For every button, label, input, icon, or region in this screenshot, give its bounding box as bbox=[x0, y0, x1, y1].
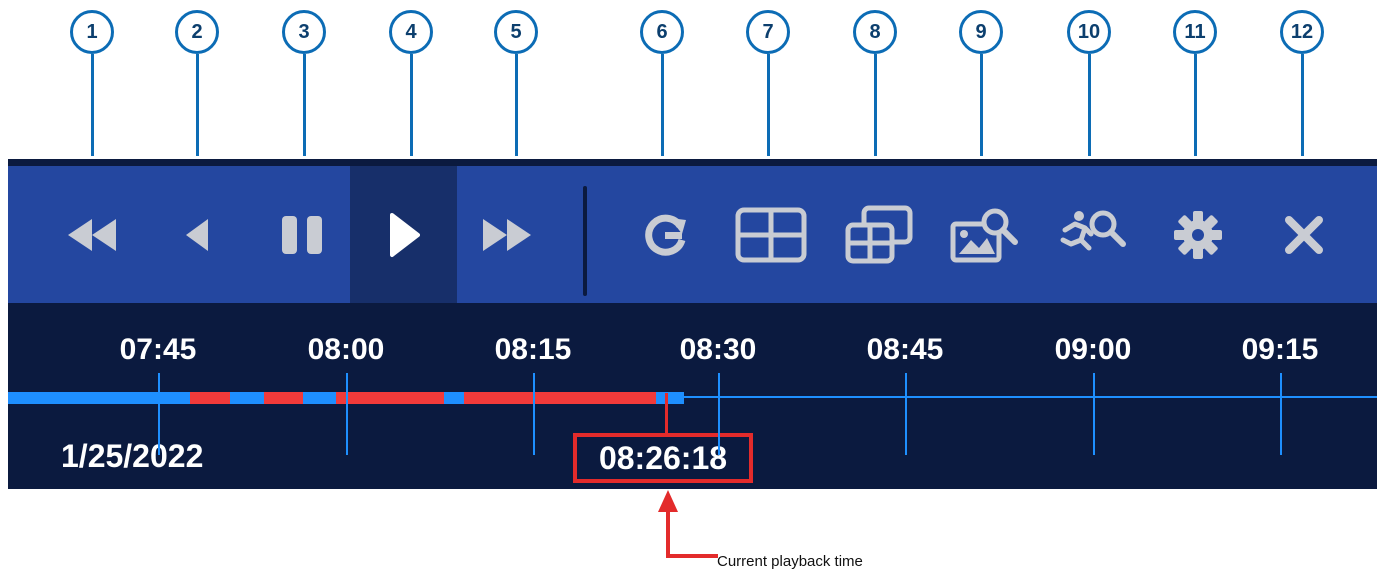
callout-8: 8 bbox=[845, 0, 905, 160]
timeline-tick-line bbox=[718, 373, 720, 455]
date-label: 1/25/2022 bbox=[61, 438, 204, 474]
callout-number: 5 bbox=[494, 10, 538, 54]
recording-segment-continuous[interactable] bbox=[230, 392, 264, 404]
timeline-tick-label: 08:15 bbox=[494, 333, 572, 366]
playback-toolbar bbox=[8, 166, 1377, 303]
current-time-text: 08:26:18 bbox=[598, 439, 728, 476]
play-button[interactable] bbox=[350, 166, 457, 303]
callout-2: 2 bbox=[167, 0, 227, 160]
timeline-tick-line bbox=[533, 373, 535, 455]
callout-11: 11 bbox=[1165, 0, 1225, 160]
callout-leader-line bbox=[196, 54, 199, 156]
timeline-tick-line bbox=[1093, 373, 1095, 455]
recording-segment-continuous[interactable] bbox=[8, 392, 190, 404]
callout-number: 11 bbox=[1173, 10, 1217, 54]
pause-button[interactable] bbox=[252, 166, 352, 303]
callout-number: 8 bbox=[853, 10, 897, 54]
rewind-icon bbox=[64, 215, 120, 255]
multi-grid-icon bbox=[844, 205, 914, 265]
callout-5: 5 bbox=[486, 0, 546, 160]
image-search-icon bbox=[949, 206, 1021, 264]
fast-forward-icon bbox=[479, 215, 535, 255]
timeline[interactable]: 1/25/2022 08:26:18 07:45 08:00 08:15 08:30 0… bbox=[8, 303, 1377, 489]
callout-number: 7 bbox=[746, 10, 790, 54]
close-icon bbox=[1283, 214, 1325, 256]
split-screen-button[interactable] bbox=[726, 166, 816, 303]
play-icon bbox=[388, 212, 420, 258]
timeline-tick-label: 07:45 bbox=[119, 333, 197, 366]
callout-12: 12 bbox=[1272, 0, 1332, 160]
callout-leader-line bbox=[661, 54, 664, 156]
motion-search-icon bbox=[1057, 206, 1129, 264]
timeline-tick-label: 09:15 bbox=[1241, 333, 1319, 366]
toolbar-divider bbox=[583, 186, 587, 296]
recording-segment-motion[interactable] bbox=[464, 392, 656, 404]
callout-7: 7 bbox=[738, 0, 798, 160]
timeline-tick-line bbox=[1280, 373, 1282, 455]
callout-number: 1 bbox=[70, 10, 114, 54]
timeline-tick-line bbox=[346, 373, 348, 455]
close-button[interactable] bbox=[1259, 166, 1349, 303]
callout-leader-line bbox=[303, 54, 306, 156]
current-time-readout: 08:26:18 bbox=[573, 433, 753, 483]
grid-icon bbox=[735, 207, 807, 263]
recording-segment-motion[interactable] bbox=[336, 392, 444, 404]
callout-1: 1 bbox=[62, 0, 122, 160]
timeline-tick-label: 09:00 bbox=[1054, 333, 1132, 366]
image-search-button[interactable] bbox=[940, 166, 1030, 303]
recording-segment-continuous[interactable] bbox=[303, 392, 336, 404]
annotation-arrow-icon bbox=[658, 490, 718, 558]
multi-view-button[interactable] bbox=[834, 166, 924, 303]
callout-number: 3 bbox=[282, 10, 326, 54]
callout-number: 4 bbox=[389, 10, 433, 54]
playhead-marker[interactable] bbox=[665, 393, 668, 433]
recording-segment-continuous[interactable] bbox=[444, 392, 464, 404]
callout-leader-line bbox=[767, 54, 770, 156]
timeline-tick-label: 08:30 bbox=[679, 333, 757, 366]
playback-control-bar: 1/25/2022 08:26:18 07:45 08:00 08:15 08:30 0… bbox=[8, 159, 1377, 489]
callout-leader-line bbox=[1088, 54, 1091, 156]
callout-leader-line bbox=[410, 54, 413, 156]
recording-segment-motion[interactable] bbox=[264, 392, 303, 404]
settings-button[interactable] bbox=[1153, 166, 1243, 303]
callout-leader-line bbox=[91, 54, 94, 156]
recording-segment-continuous[interactable] bbox=[656, 392, 684, 404]
callout-leader-line bbox=[980, 54, 983, 156]
callout-leader-line bbox=[874, 54, 877, 156]
callout-leader-line bbox=[1301, 54, 1304, 156]
callout-6: 6 bbox=[632, 0, 692, 160]
callout-4: 4 bbox=[381, 0, 441, 160]
motion-search-button[interactable] bbox=[1048, 166, 1138, 303]
callout-9: 9 bbox=[951, 0, 1011, 160]
timeline-tick-label: 08:45 bbox=[866, 333, 944, 366]
fast-forward-button[interactable] bbox=[457, 166, 557, 303]
callout-leader-line bbox=[1194, 54, 1197, 156]
callout-number: 6 bbox=[640, 10, 684, 54]
callout-number: 2 bbox=[175, 10, 219, 54]
gear-icon bbox=[1172, 209, 1224, 261]
timeline-tick-label: 08:00 bbox=[307, 333, 385, 366]
callout-number: 12 bbox=[1280, 10, 1324, 54]
sync-icon bbox=[640, 210, 690, 260]
reverse-play-icon bbox=[182, 215, 212, 255]
callout-3: 3 bbox=[274, 0, 334, 160]
sync-button[interactable] bbox=[620, 166, 710, 303]
pause-icon bbox=[279, 213, 325, 257]
reverse-play-button[interactable] bbox=[147, 166, 247, 303]
annotation-label: Current playback time bbox=[717, 553, 863, 570]
callout-10: 10 bbox=[1059, 0, 1119, 160]
callout-leader-line bbox=[515, 54, 518, 156]
callout-number: 9 bbox=[959, 10, 1003, 54]
recording-segment-motion[interactable] bbox=[190, 392, 230, 404]
timeline-tick-line bbox=[905, 373, 907, 455]
timeline-tick-line bbox=[158, 373, 160, 455]
callout-number: 10 bbox=[1067, 10, 1111, 54]
rewind-button[interactable] bbox=[42, 166, 142, 303]
